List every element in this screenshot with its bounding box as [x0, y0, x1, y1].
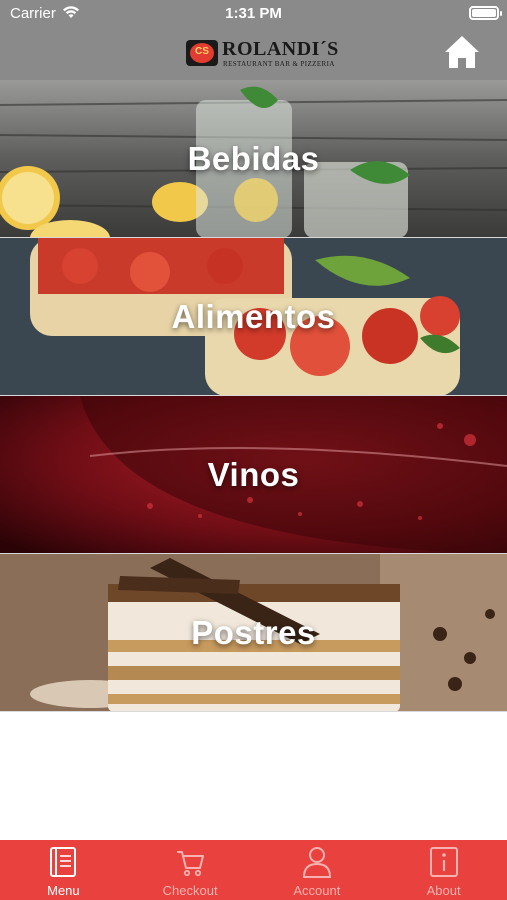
- category-label: Alimentos: [171, 297, 336, 335]
- tab-menu[interactable]: Menu: [0, 840, 127, 900]
- logo-subtitle: RESTAURANT BAR & PIZZERIA: [223, 60, 335, 68]
- tab-checkout[interactable]: Checkout: [127, 840, 254, 900]
- info-icon: [429, 847, 458, 877]
- status-time: 1:31 PM: [225, 5, 282, 22]
- category-label: Vinos: [207, 455, 300, 493]
- bottom-tab-bar: Menu Checkout Account About: [0, 840, 507, 900]
- category-tile-vinos[interactable]: Vinos: [0, 396, 507, 554]
- restaurant-logo: CS ROLANDI´S RESTAURANT BAR & PIZZERIA: [186, 38, 338, 70]
- cart-icon: [177, 851, 205, 877]
- category-tile-bebidas[interactable]: Bebidas: [0, 80, 507, 238]
- category-label: Postres: [191, 613, 316, 651]
- category-list: Bebidas Alimentos Vinos Postres: [0, 80, 507, 712]
- logo-name: ROLANDI´S: [222, 38, 339, 60]
- tab-about[interactable]: About: [380, 840, 507, 900]
- category-label: Bebidas: [187, 139, 320, 177]
- app-header: Carrier 1:31 PM CS ROLANDI´S RESTAURANT …: [0, 0, 507, 80]
- menu-book-icon: [50, 847, 77, 877]
- category-tile-postres[interactable]: Postres: [0, 554, 507, 712]
- status-bar: Carrier 1:31 PM: [0, 0, 507, 28]
- home-icon[interactable]: [443, 34, 481, 70]
- tab-account[interactable]: Account: [254, 840, 381, 900]
- logo-badge-text: CS: [195, 46, 209, 57]
- tab-label: About: [426, 883, 461, 898]
- tab-label: Account: [293, 883, 341, 898]
- battery-icon: [469, 6, 502, 20]
- logo-badge-icon: CS: [186, 40, 218, 66]
- category-tile-alimentos[interactable]: Alimentos: [0, 238, 507, 396]
- person-icon: [302, 847, 331, 878]
- tab-label: Menu: [47, 883, 80, 898]
- tab-label: Checkout: [162, 883, 218, 898]
